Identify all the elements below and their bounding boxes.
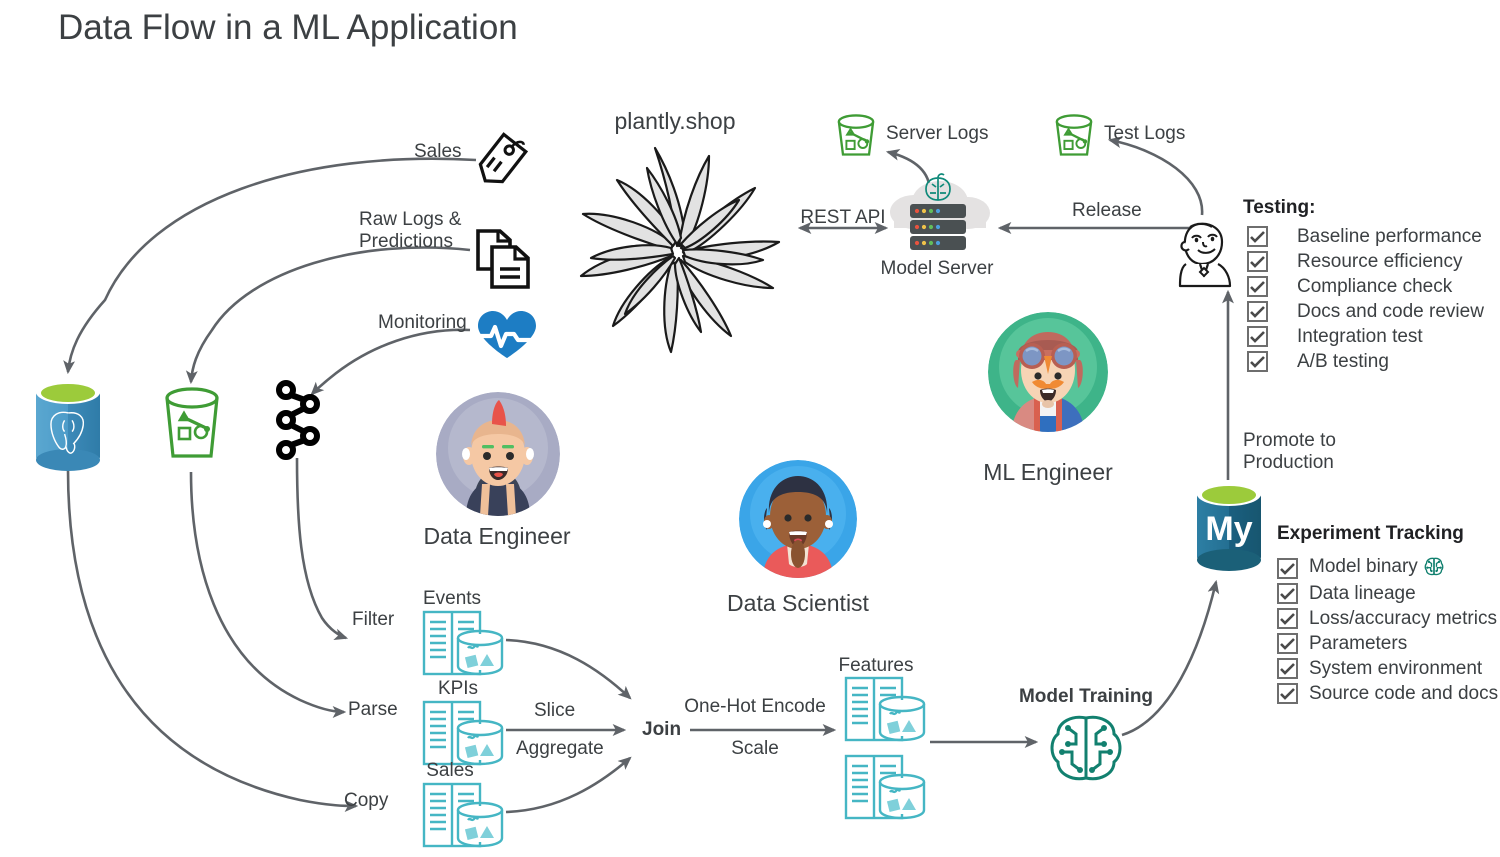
checklist-item[interactable]: Model binary: [1277, 556, 1498, 581]
plant-leaves-logo: [555, 128, 805, 373]
checklist-item[interactable]: Baseline performance: [1247, 224, 1484, 249]
checkbox-checked[interactable]: [1277, 608, 1298, 629]
ml-engineer-label: ML Engineer: [983, 459, 1113, 485]
checklist-item[interactable]: Loss/accuracy metrics: [1277, 606, 1498, 631]
s3-bucket-icon-test-logs: [1050, 112, 1098, 165]
checkbox-checked[interactable]: [1277, 658, 1298, 679]
transform-label-slice: Slice: [534, 700, 576, 721]
checklist-item[interactable]: Data lineage: [1277, 581, 1498, 606]
data-scientist-label: Data Scientist: [727, 590, 869, 616]
s3-bucket-icon: [158, 384, 226, 475]
checkbox-checked[interactable]: [1247, 251, 1268, 272]
checkbox-checked[interactable]: [1247, 326, 1268, 347]
release-label: Release: [1072, 200, 1142, 221]
svg-text:My: My: [1205, 510, 1252, 548]
checkbox-checked[interactable]: [1247, 301, 1268, 322]
testing-checklist: Baseline performance Resource efficiency…: [1247, 224, 1484, 374]
checklist-item-label: Parameters: [1309, 632, 1408, 654]
checklist-item[interactable]: Resource efficiency: [1247, 249, 1484, 274]
data-engineer-label: Data Engineer: [423, 523, 571, 549]
jenkins-butler-icon: [1178, 218, 1240, 293]
dataset-table-icon-features-2: [842, 752, 930, 829]
join-label: Join: [642, 719, 682, 740]
checklist-item-label: Model binary: [1309, 556, 1445, 582]
checkbox-checked[interactable]: [1247, 276, 1268, 297]
dataset-table-icon-events: [420, 608, 508, 685]
avatar-woman-icon: [739, 460, 857, 578]
model-training-label: Model Training: [1018, 686, 1154, 707]
avatar-goggles-icon: [988, 312, 1108, 432]
brain-circuit-icon: [1046, 712, 1126, 789]
testing-heading: Testing:: [1243, 197, 1316, 218]
checklist-item-label: A/B testing: [1297, 350, 1389, 372]
checklist-item[interactable]: Compliance check: [1247, 274, 1484, 299]
checklist-item-text: Model binary: [1309, 555, 1418, 577]
transform-label-aggregate: Aggregate: [516, 738, 604, 759]
mysql-database-icon: My: [1192, 478, 1266, 579]
checklist-item[interactable]: System environment: [1277, 656, 1498, 681]
checklist-item-label: Resource efficiency: [1297, 250, 1463, 272]
pipeline-edge-label-filter: Filter: [352, 609, 395, 630]
documents-icon: [470, 225, 540, 300]
promote-to-production-label: Promote to Production: [1243, 430, 1336, 474]
checklist-item-label: Data lineage: [1309, 582, 1416, 604]
experiment-tracking-checklist: Model binary Data lineage Loss/accuracy …: [1277, 556, 1498, 706]
checklist-item[interactable]: Integration test: [1247, 324, 1484, 349]
rest-api-label: REST API: [800, 207, 886, 228]
checklist-item[interactable]: Parameters: [1277, 631, 1498, 656]
s3-bucket-icon-server-logs: [832, 112, 880, 165]
checkbox-checked[interactable]: [1247, 226, 1268, 247]
checklist-item-label: Loss/accuracy metrics: [1309, 607, 1497, 629]
checklist-item-label: Compliance check: [1297, 275, 1453, 297]
checkbox-checked[interactable]: [1277, 583, 1298, 604]
checklist-item-label: Docs and code review: [1297, 300, 1484, 322]
checkbox-checked[interactable]: [1277, 558, 1298, 579]
checklist-item-label: Integration test: [1297, 325, 1423, 347]
encode-label-scale: Scale: [731, 738, 779, 759]
postgresql-database-icon: [32, 378, 104, 479]
server-logs-label: Server Logs: [886, 123, 989, 144]
checklist-item-label: System environment: [1309, 657, 1483, 679]
dataset-table-icon-features-1: [842, 674, 930, 751]
ingest-label-raw-logs: Raw Logs & Predictions: [359, 209, 462, 253]
pipeline-edge-label-copy: Copy: [344, 790, 389, 811]
ingest-label-monitoring: Monitoring: [378, 312, 467, 333]
checkbox-checked[interactable]: [1247, 351, 1268, 372]
experiment-tracking-heading: Experiment Tracking: [1277, 523, 1464, 544]
test-logs-label: Test Logs: [1104, 123, 1186, 144]
dataset-table-icon-sales: [420, 780, 508, 857]
server-rack-cloud-brain-icon: [884, 172, 992, 261]
avatar-punk-icon: [436, 392, 560, 516]
encode-label-one-hot: One-Hot Encode: [684, 696, 826, 717]
ingest-label-sales: Sales: [414, 141, 462, 162]
kafka-icon: [272, 378, 324, 467]
heartbeat-icon: [474, 309, 540, 366]
checklist-item[interactable]: Source code and docs: [1277, 681, 1498, 706]
model-server-label: Model Server: [880, 258, 994, 279]
diagram-canvas: Data Flow in a ML Application Sales Raw …: [0, 0, 1500, 856]
pipeline-edge-label-parse: Parse: [348, 699, 398, 720]
checkbox-checked[interactable]: [1277, 633, 1298, 654]
checklist-item-label: Source code and docs: [1309, 682, 1499, 704]
checklist-item[interactable]: A/B testing: [1247, 349, 1484, 374]
checkbox-checked[interactable]: [1277, 683, 1298, 704]
checklist-item[interactable]: Docs and code review: [1247, 299, 1484, 324]
price-tag-icon: [470, 130, 536, 201]
brain-circuit-icon: [1423, 556, 1445, 582]
checklist-item-label: Baseline performance: [1297, 225, 1482, 247]
